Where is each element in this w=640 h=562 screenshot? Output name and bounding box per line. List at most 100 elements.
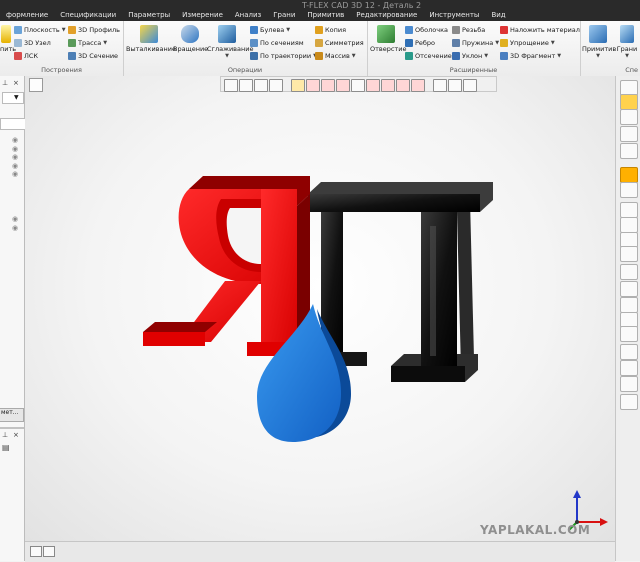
array-icon	[315, 52, 323, 60]
window-layout-icon[interactable]	[30, 546, 42, 557]
eye-icon[interactable]: ◉	[12, 215, 18, 223]
zoom-out-icon[interactable]	[620, 143, 638, 159]
letter-ya-foot-left	[143, 332, 205, 346]
chevron-down-icon: ▼	[596, 53, 600, 59]
pin-icon[interactable]: ⊥	[2, 79, 8, 87]
eye-icon[interactable]: ◉	[12, 162, 18, 170]
zoom-window-icon[interactable]	[620, 109, 638, 125]
section3d-button[interactable]: 3D Сечение	[68, 52, 118, 60]
shell-button[interactable]: Оболочка	[405, 26, 448, 34]
letter-ya-model[interactable]	[143, 176, 310, 356]
by-sections-label: По сечениям	[260, 39, 304, 47]
path-button[interactable]: Трасса ▼	[68, 39, 107, 47]
pin-icon[interactable]: ⊥	[2, 431, 8, 439]
slope-button[interactable]: Уклон ▼	[452, 52, 488, 60]
zoom-in-icon[interactable]	[620, 126, 638, 142]
fragment-icon	[500, 52, 508, 60]
menu-tab[interactable]: Параметры	[122, 10, 176, 21]
thread-button[interactable]: Резьба	[452, 26, 485, 34]
list-icon[interactable]: ▤	[2, 443, 10, 452]
menu-tab[interactable]: Анализ	[229, 10, 267, 21]
close-icon[interactable]: ×	[13, 431, 19, 439]
close-icon[interactable]: ×	[13, 79, 19, 87]
fragment3d-button[interactable]: 3D Фрагмент ▼	[500, 52, 561, 60]
parameters-tab[interactable]: мет...	[0, 408, 24, 422]
primitives-button[interactable]: Примитив ▼	[582, 25, 616, 59]
chevron-down-icon: ▼	[14, 94, 19, 101]
boolean-button[interactable]: Булева ▼	[250, 26, 290, 34]
edit-icon[interactable]	[620, 246, 638, 262]
cut-button[interactable]: Отсечение	[405, 52, 452, 60]
loft-icon	[250, 39, 258, 47]
grid-icon[interactable]	[620, 394, 638, 410]
orient-icon[interactable]	[620, 167, 638, 183]
symmetry-button[interactable]: Симметрия	[315, 39, 364, 47]
node3d-button[interactable]: 3D Узел	[14, 39, 51, 47]
check-icon[interactable]	[620, 217, 638, 233]
layers-icon[interactable]	[620, 264, 638, 280]
node-icon	[14, 39, 22, 47]
edge-button[interactable]: Ребро	[405, 39, 435, 47]
partial-big-button[interactable]: пить	[0, 25, 16, 53]
plane-icon	[14, 26, 22, 34]
measure-icon[interactable]	[620, 360, 638, 376]
magnet-icon[interactable]	[620, 94, 638, 110]
plane-button[interactable]: Плоскость ▼	[14, 26, 66, 34]
menu-tab[interactable]: Спецификации	[54, 10, 122, 21]
menu-tab[interactable]: формление	[0, 10, 54, 21]
menu-tab[interactable]: Примитив	[301, 10, 350, 21]
split-view-icon[interactable]	[43, 546, 55, 557]
sweep-icon	[250, 52, 258, 60]
by-sections-button[interactable]: По сечениям	[250, 39, 304, 47]
tree-filter-button[interactable]: ▼	[2, 92, 24, 104]
eye-icon[interactable]: ◉	[12, 153, 18, 161]
light-icon[interactable]	[620, 297, 638, 313]
render-icon[interactable]	[620, 344, 638, 360]
profile3d-button[interactable]: 3D Профиль	[68, 26, 120, 34]
fragment3d-label: 3D Фрагмент	[510, 52, 556, 60]
chevron-down-icon: ▼	[351, 53, 356, 59]
letter-pe-leg-right-highlight	[430, 226, 436, 356]
menu-tab[interactable]: Вид	[485, 10, 511, 21]
shade-icon[interactable]	[620, 281, 638, 297]
eye-icon[interactable]: ◉	[12, 145, 18, 153]
menu-bar: T-FLEX CAD 3D 12 - Деталь 2 формление Спе…	[0, 0, 640, 21]
lsk-button[interactable]: ЛСК	[14, 52, 38, 60]
edge-label: Ребро	[415, 39, 436, 47]
rotate-button[interactable]: Вращение	[173, 25, 208, 53]
tree-search-input[interactable]	[0, 118, 26, 130]
copy-icon	[315, 26, 323, 34]
material-icon	[500, 26, 508, 34]
by-path-button[interactable]: По траектории▼	[250, 52, 317, 60]
section-view-icon[interactable]	[620, 182, 638, 198]
menu-tab[interactable]: Инструменты	[423, 10, 485, 21]
array-button[interactable]: Массив ▼	[315, 52, 356, 60]
eye-icon[interactable]: ◉	[12, 136, 18, 144]
chevron-down-icon: ▼	[550, 40, 555, 46]
faces-button[interactable]: Грани ▼	[616, 25, 638, 59]
chevron-down-icon: ▼	[557, 53, 562, 59]
wireframe-icon[interactable]	[620, 326, 638, 342]
letter-pe-leg-right-side	[457, 200, 474, 370]
hole-icon	[377, 25, 395, 43]
hole-button[interactable]: Отверстие	[370, 25, 406, 53]
copy-button[interactable]: Копия	[315, 26, 346, 34]
apply-material-button[interactable]: Наложить материал	[500, 26, 580, 34]
hole-label: Отверстие	[370, 45, 407, 53]
menu-tab[interactable]: Измерение	[176, 10, 229, 21]
extrude-button[interactable]: Выталкивание	[126, 25, 176, 53]
rib-icon	[405, 39, 413, 47]
menu-tab[interactable]: Редактирование	[350, 10, 423, 21]
profile3d-label: 3D Профиль	[78, 26, 120, 34]
visibility-icon[interactable]	[620, 202, 638, 218]
simplify-button[interactable]: Упрощение ▼	[500, 39, 555, 47]
camera-icon[interactable]	[620, 376, 638, 392]
eye-icon[interactable]: ◉	[12, 170, 18, 178]
eye-icon[interactable]: ◉	[12, 224, 18, 232]
chevron-down-icon: ▼	[61, 27, 66, 33]
3d-viewport[interactable]: YAPLAKAL.COM	[25, 76, 615, 541]
menu-tab[interactable]: Грани	[267, 10, 301, 21]
model-tree-panel: ⊥ × ▼ ◉ ◉ ◉ ◉ ◉ ◉ ◉ мет... ⊥ × ▤	[0, 76, 26, 561]
spring-button[interactable]: Пружина ▼	[452, 39, 499, 47]
smooth-button[interactable]: Сглаживание ▼	[207, 25, 253, 59]
